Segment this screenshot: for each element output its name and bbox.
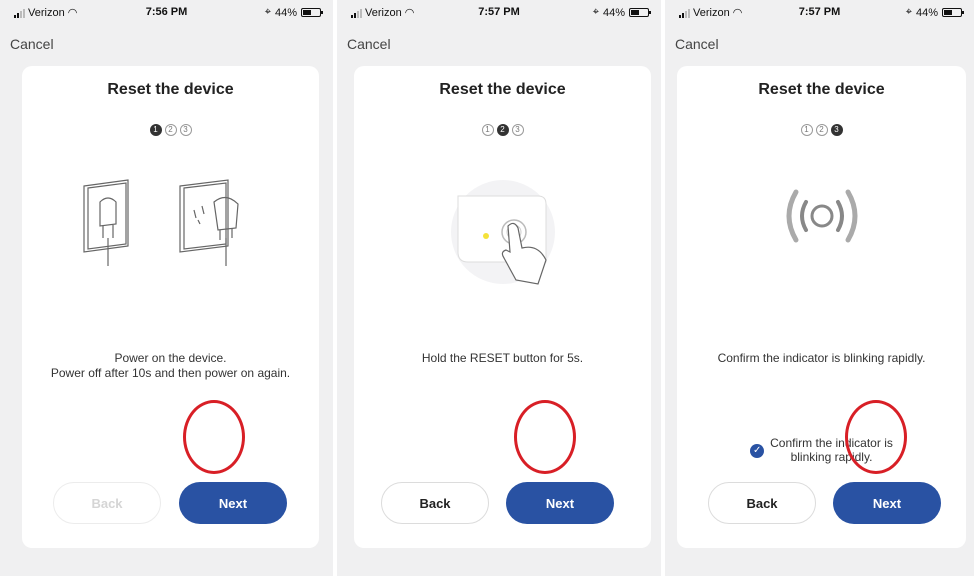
step-3: 3: [830, 124, 843, 136]
reset-card: Reset the device 1 2 3 Confirm the indic…: [677, 66, 966, 548]
location-icon: ⌖: [264, 6, 271, 18]
instruction-text: Hold the RESET button for 5s.: [421, 351, 584, 365]
location-icon: ⌖: [905, 6, 912, 18]
confirm-label: Confirm the indicator is blinking rapidl…: [770, 436, 893, 464]
battery-percent: 44%: [274, 6, 297, 19]
cancel-button[interactable]: Cancel: [675, 36, 719, 52]
step-2: 2: [496, 124, 509, 136]
step-1: 1: [481, 124, 494, 136]
battery-percent: 44%: [602, 6, 625, 19]
step-3: 3: [179, 124, 192, 136]
page-title: Reset the device: [439, 81, 566, 98]
status-bar: Verizon ◠ 7:56 PM ⌖ 44%: [0, 6, 333, 22]
step-1: 1: [149, 124, 162, 136]
next-button[interactable]: Next: [179, 482, 287, 524]
step-3: 3: [511, 124, 524, 136]
plug-icon: [22, 176, 319, 296]
cancel-button[interactable]: Cancel: [10, 36, 54, 52]
status-right: ⌖ 44%: [592, 6, 651, 19]
status-right: ⌖ 44%: [905, 6, 964, 19]
instruction-text: Power on the device. Power off after 10s…: [50, 351, 291, 380]
location-icon: ⌖: [592, 6, 599, 18]
next-button[interactable]: Next: [506, 482, 614, 524]
battery-percent: 44%: [915, 6, 938, 19]
reset-card: Reset the device 1 2 3 Hold the RESET bu…: [354, 66, 651, 548]
next-button[interactable]: Next: [833, 482, 941, 524]
battery-icon: [942, 8, 964, 17]
blinking-indicator-icon: [677, 176, 966, 296]
back-button[interactable]: Back: [708, 482, 816, 524]
back-button[interactable]: Back: [381, 482, 489, 524]
status-bar: Verizon ◠ 7:57 PM ⌖ 44%: [337, 6, 661, 22]
instruction-text: Confirm the indicator is blinking rapidl…: [717, 351, 926, 365]
screen-step-3: Verizon ◠ 7:57 PM ⌖ 44% Cancel Reset the…: [665, 0, 974, 576]
step-2: 2: [164, 124, 177, 136]
status-bar: Verizon ◠ 7:57 PM ⌖ 44%: [665, 6, 974, 22]
page-title: Reset the device: [758, 81, 885, 98]
cancel-button[interactable]: Cancel: [347, 36, 391, 52]
checkmark-icon[interactable]: ✓: [750, 444, 765, 458]
page-title: Reset the device: [107, 81, 234, 98]
battery-icon: [301, 8, 323, 17]
status-right: ⌖ 44%: [264, 6, 323, 19]
step-indicator: 1 2 3: [677, 124, 966, 136]
step-indicator: 1 2 3: [354, 124, 651, 136]
reset-card: Reset the device 1 2 3 Power on the devi…: [22, 66, 319, 548]
screen-step-1: Verizon ◠ 7:56 PM ⌖ 44% Cancel Reset the…: [0, 0, 333, 576]
screen-step-2: Verizon ◠ 7:57 PM ⌖ 44% Cancel Reset the…: [337, 0, 661, 576]
step-indicator: 1 2 3: [22, 124, 319, 136]
reset-button-icon: [354, 176, 651, 296]
step-1: 1: [800, 124, 813, 136]
battery-icon: [629, 8, 651, 17]
confirm-checkbox-row[interactable]: ✓ Confirm the indicator is blinking rapi…: [677, 436, 966, 464]
step-2: 2: [815, 124, 828, 136]
back-button[interactable]: Back: [53, 482, 161, 524]
